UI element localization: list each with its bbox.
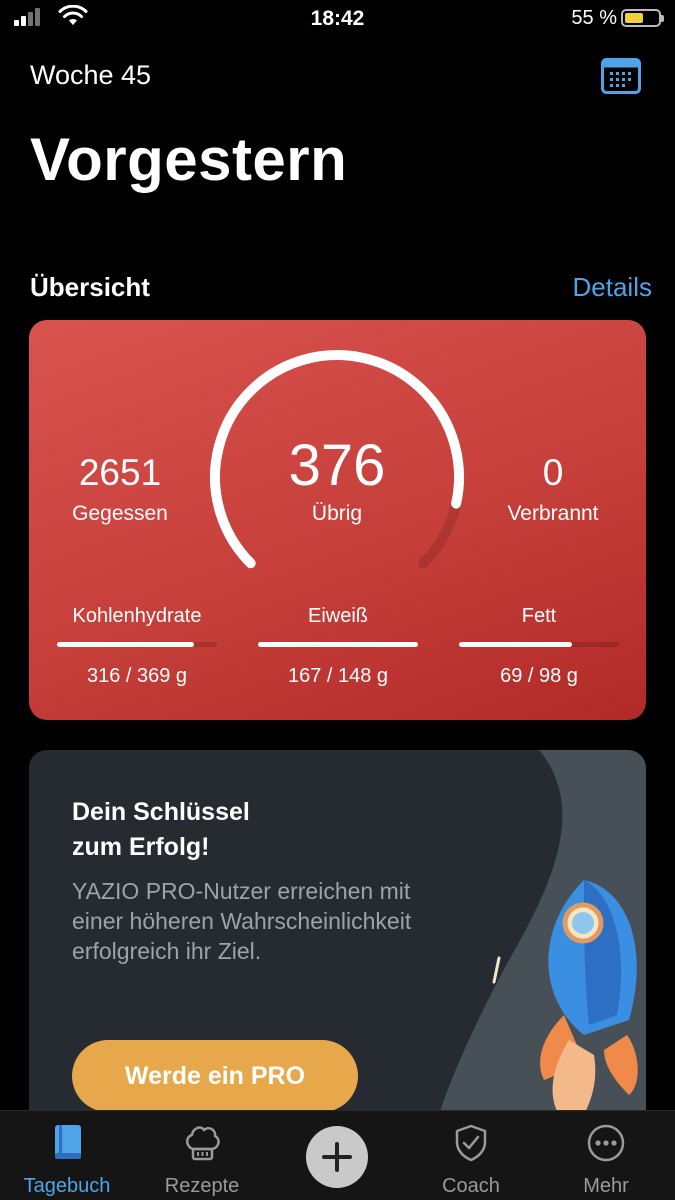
week-label: Woche 45 (30, 60, 152, 90)
tab-coach[interactable]: Coach (411, 1111, 531, 1200)
tab-label: Tagebuch (23, 1175, 111, 1197)
tab-label: Coach (442, 1175, 500, 1197)
battery-level (625, 13, 643, 23)
eaten-label: Gegessen (72, 502, 168, 525)
macro-value: 167 / 148 g (287, 665, 389, 687)
tab-diary[interactable]: Tagebuch (7, 1111, 127, 1200)
macro-progress-track (258, 642, 418, 647)
burned-value: 0 (542, 452, 564, 493)
tab-recipes[interactable]: Rezepte (142, 1111, 262, 1200)
macro-progress-fill (459, 642, 572, 647)
macro-progress-track (459, 642, 619, 647)
burned-label: Verbrannt (507, 502, 599, 525)
eaten-value: 2651 (78, 452, 162, 493)
promo-title: Dein Schlüssel zum Erfolg! (72, 795, 250, 865)
macro-protein: Eiweiß 167 / 148 g (248, 605, 428, 688)
tab-label: Mehr (583, 1175, 629, 1197)
promo-title-line2: zum Erfolg! (72, 833, 210, 861)
macro-name: Kohlenhydrate (72, 605, 202, 627)
overview-section-title: Übersicht (30, 272, 150, 302)
battery-icon (621, 9, 664, 27)
add-button[interactable] (306, 1126, 368, 1188)
macro-value: 316 / 369 g (86, 665, 188, 687)
macro-value: 69 / 98 g (500, 665, 578, 687)
calendar-icon[interactable] (601, 58, 641, 94)
macro-progress-track (57, 642, 217, 647)
plus-icon (322, 1142, 352, 1172)
more-icon (587, 1124, 625, 1162)
details-link[interactable]: Details (573, 272, 652, 303)
overview-card[interactable]: 2651 Gegessen 376 Übrig 0 Verbrannt Kohl… (29, 320, 646, 720)
macro-name: Eiweiß (307, 605, 368, 627)
battery-percent: 55 % (571, 7, 617, 29)
book-icon (55, 1125, 81, 1159)
macro-progress-fill (57, 642, 194, 647)
promo-text: YAZIO PRO-Nutzer erreichen mit einer höh… (72, 878, 412, 964)
chef-hat-icon (186, 1126, 220, 1161)
remaining-label: Übrig (311, 502, 363, 525)
tab-bar: Tagebuch Rezepte Coach Mehr (0, 1110, 675, 1200)
macro-fat: Fett 69 / 98 g (449, 605, 629, 688)
tab-more[interactable]: Mehr (546, 1111, 666, 1200)
promo-title-line1: Dein Schlüssel (72, 798, 250, 826)
macro-name: Fett (521, 605, 557, 627)
pro-promo-card[interactable]: Dein Schlüssel zum Erfolg! YAZIO PRO-Nut… (29, 750, 646, 1130)
macro-progress-fill (258, 642, 418, 647)
macro-carbs: Kohlenhydrate 316 / 369 g (47, 605, 227, 688)
become-pro-button[interactable]: Werde ein PRO (72, 1040, 358, 1112)
status-bar: 18:42 55 % (0, 0, 675, 40)
page-title: Vorgestern (30, 126, 348, 193)
remaining-value: 376 (288, 433, 386, 498)
shield-check-icon (455, 1124, 487, 1162)
tab-label: Rezepte (164, 1175, 240, 1197)
